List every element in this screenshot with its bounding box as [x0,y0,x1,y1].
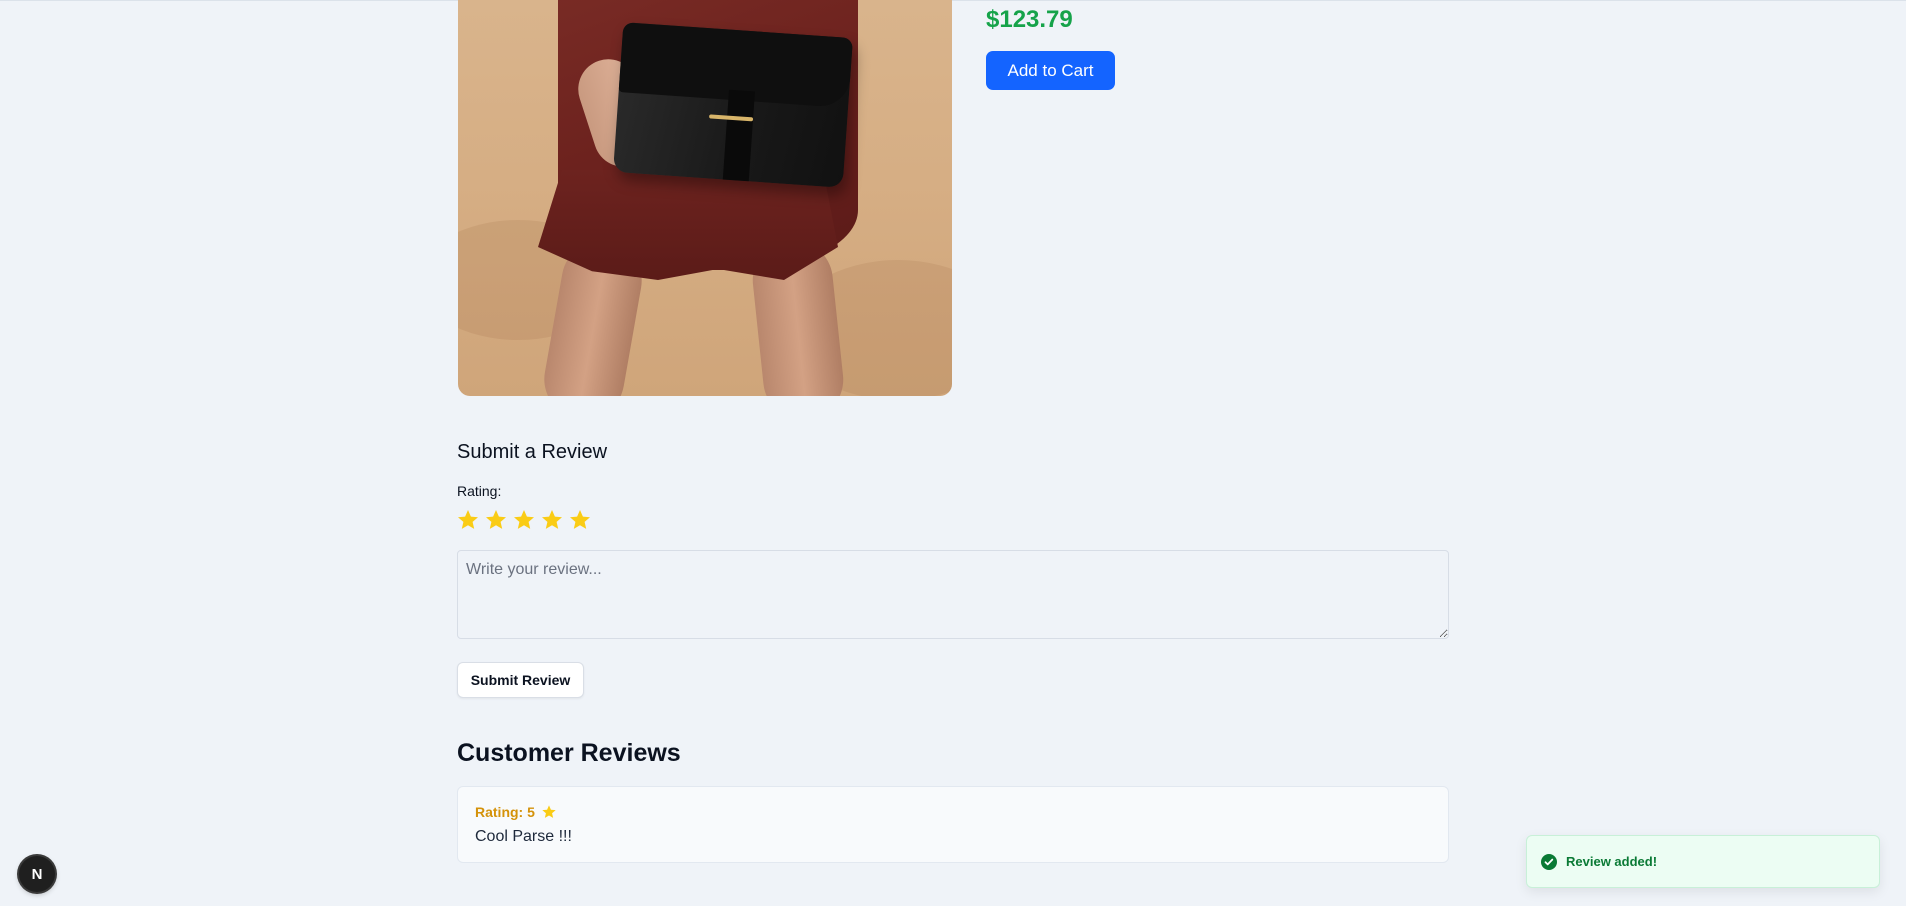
top-divider [0,0,1906,1]
product-image [458,0,952,396]
star-icon-3[interactable] [512,508,536,532]
nextjs-logo-icon: N [31,865,43,883]
submit-review-button[interactable]: Submit Review [457,662,584,698]
nextjs-dev-badge[interactable]: N [19,856,55,892]
star-icon-2[interactable] [484,508,508,532]
product-price: $123.79 [986,6,1073,33]
submit-review-heading: Submit a Review [457,441,608,463]
star-icon [542,805,556,818]
star-icon-4[interactable] [540,508,564,532]
star-icon-5[interactable] [568,508,592,532]
rating-stars [456,508,592,532]
review-textarea[interactable] [457,550,1449,639]
toast-notification: Review added! [1526,835,1880,888]
review-rating: Rating: 5 [475,804,557,820]
rating-label: Rating: [457,483,502,499]
check-circle-icon [1541,853,1557,870]
review-rating-text: Rating: 5 [475,804,535,820]
review-text: Cool Parse !!! [475,828,572,845]
customer-reviews-heading: Customer Reviews [457,739,681,767]
handbag-strap [722,89,755,182]
star-icon-1[interactable] [456,508,480,532]
toast-message: Review added! [1566,854,1658,869]
add-to-cart-button[interactable]: Add to Cart [986,51,1115,90]
review-card: Rating: 5 Cool Parse !!! [457,786,1449,863]
handbag [613,22,853,188]
dress-hem [538,170,838,280]
